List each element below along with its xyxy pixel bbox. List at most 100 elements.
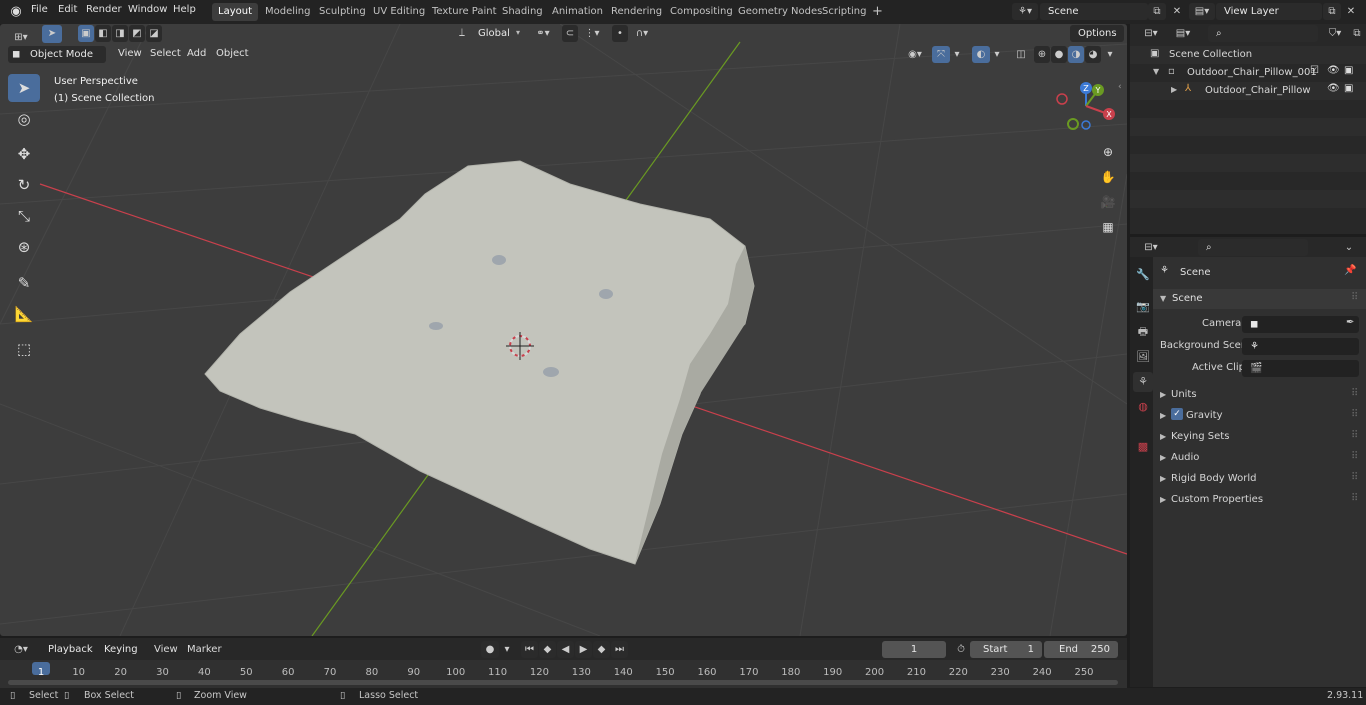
drag-handle-icon[interactable]: ⠿: [1351, 388, 1358, 399]
select-box-tool-icon[interactable]: ➤: [8, 74, 40, 102]
outliner-search-input[interactable]: ⌕: [1208, 25, 1318, 42]
zoom-view-icon[interactable]: ⊕: [1097, 141, 1119, 163]
move-tool-icon[interactable]: ✥: [8, 140, 40, 168]
transform-tool-icon[interactable]: ⊛: [8, 233, 40, 261]
3d-viewport[interactable]: ⊞▾ ➤ ▣ ◧ ◨ ◩ ◪ ⟘ Global ▾ ⚭▾ ⊂ ⋮▾ • ∩▾ O…: [0, 24, 1127, 636]
view-layer-selector-icon[interactable]: ▤▾: [1189, 3, 1215, 20]
tab-scripting[interactable]: Scripting: [816, 3, 872, 21]
scene-tab-icon[interactable]: ⚘: [1133, 372, 1153, 392]
record-icon[interactable]: ●: [481, 641, 499, 658]
drag-handle-icon[interactable]: ⠿: [1351, 451, 1358, 462]
solid-shading-icon[interactable]: ●: [1051, 46, 1067, 63]
background-scene-field[interactable]: ⚘: [1242, 338, 1359, 355]
visibility-filter-icon[interactable]: ◉▾: [903, 46, 927, 63]
tab-animation[interactable]: Animation: [546, 3, 609, 21]
new-scene-icon[interactable]: ⧉: [1148, 3, 1166, 20]
output-tab-icon[interactable]: 🖶: [1133, 322, 1153, 342]
blender-logo-icon[interactable]: ◉: [8, 4, 24, 20]
pan-view-icon[interactable]: ✋: [1097, 166, 1119, 188]
eye-icon[interactable]: 👁: [1327, 65, 1340, 76]
drag-handle-icon[interactable]: ⠿: [1351, 493, 1358, 504]
outliner-row-pillow[interactable]: ▶ ⅄ Outdoor_Chair_Pillow 👁 ▣: [1130, 82, 1366, 100]
render-tab-icon[interactable]: 📷: [1133, 297, 1153, 317]
eyedropper-icon[interactable]: ✒: [1346, 317, 1354, 328]
select-mode-intersect-icon[interactable]: ◪: [146, 25, 162, 42]
overlays-toggle-icon[interactable]: ◐: [972, 46, 990, 63]
viewport-menu-add[interactable]: Add: [187, 44, 206, 64]
outliner-row-pillow-001[interactable]: ▼ ▫ Outdoor_Chair_Pillow_001 ☑ 👁 ▣: [1130, 64, 1366, 82]
drag-handle-icon[interactable]: ⠿: [1351, 430, 1358, 441]
jump-end-icon[interactable]: ⏭: [611, 641, 628, 658]
select-mode-new-icon[interactable]: ▣: [78, 25, 94, 42]
timeline-menu-marker[interactable]: Marker: [187, 644, 222, 655]
jump-start-icon[interactable]: ⏮: [521, 641, 538, 658]
playback-menu[interactable]: Playback: [40, 641, 96, 658]
menu-help[interactable]: Help: [173, 4, 196, 15]
tab-layout[interactable]: Layout: [212, 3, 258, 21]
texture-tab-icon[interactable]: ▩: [1133, 437, 1153, 457]
material-shading-icon[interactable]: ◑: [1068, 46, 1084, 63]
viewport-canvas[interactable]: [0, 24, 1127, 636]
current-frame-field[interactable]: 1: [882, 641, 946, 658]
menu-edit[interactable]: Edit: [58, 4, 77, 15]
proportional-edit-icon[interactable]: •: [612, 25, 628, 42]
select-mode-invert-icon[interactable]: ◩: [129, 25, 145, 42]
panel-gravity[interactable]: ▶ ✓ Gravity ⠿: [1153, 406, 1366, 426]
stopwatch-icon[interactable]: ⏱: [952, 641, 970, 658]
snap-target-icon[interactable]: ⋮▾: [580, 25, 604, 42]
menu-file[interactable]: File: [31, 4, 48, 15]
camera-field[interactable]: ◼: [1242, 316, 1359, 333]
display-mode-icon[interactable]: ▤▾: [1170, 25, 1196, 42]
tab-uv-editing[interactable]: UV Editing: [367, 3, 431, 21]
tool-tab-icon[interactable]: 🔧: [1133, 265, 1153, 285]
exclude-checkbox-icon[interactable]: ☑: [1310, 65, 1319, 76]
view-layer-tab-icon[interactable]: 🖼: [1133, 347, 1153, 367]
select-tool-icon[interactable]: ➤: [42, 25, 62, 43]
view-layer-name-field[interactable]: View Layer: [1216, 3, 1322, 20]
falloff-icon[interactable]: ∩▾: [630, 25, 654, 42]
properties-search-input[interactable]: ⌕: [1198, 239, 1308, 256]
tab-sculpting[interactable]: Sculpting: [313, 3, 372, 21]
active-clip-field[interactable]: 🎬: [1242, 360, 1359, 377]
panel-audio[interactable]: ▶ Audio ⠿: [1153, 448, 1366, 468]
play-icon[interactable]: ▶: [575, 641, 592, 658]
wireframe-shading-icon[interactable]: ⊕: [1034, 46, 1050, 63]
perspective-toggle-icon[interactable]: ▦: [1097, 216, 1119, 238]
gizmo-toggle-icon[interactable]: ⤧: [932, 46, 950, 63]
new-collection-icon[interactable]: ⧉: [1348, 25, 1366, 42]
camera-render-icon[interactable]: ▣: [1344, 83, 1353, 94]
play-reverse-icon[interactable]: ◀: [557, 641, 574, 658]
end-frame-field[interactable]: End 250: [1044, 641, 1118, 658]
properties-options-icon[interactable]: ⌄: [1340, 239, 1358, 256]
overlays-dropdown-icon[interactable]: ▾: [991, 46, 1003, 63]
timeline-menu-view[interactable]: View: [154, 644, 178, 655]
rendered-shading-icon[interactable]: ◕: [1085, 46, 1101, 63]
object-mode-dropdown[interactable]: Object Mode: [8, 46, 106, 63]
add-cube-tool-icon[interactable]: ⬚: [8, 335, 40, 363]
viewport-menu-view[interactable]: View: [118, 44, 142, 64]
gravity-checkbox[interactable]: ✓: [1171, 408, 1183, 420]
delete-scene-icon[interactable]: ✕: [1168, 3, 1186, 20]
new-view-layer-icon[interactable]: ⧉: [1323, 3, 1341, 20]
delete-view-layer-icon[interactable]: ✕: [1342, 3, 1360, 20]
eye-icon[interactable]: 👁: [1327, 83, 1340, 94]
timeline-scrollbar[interactable]: [8, 680, 1118, 685]
xray-toggle-icon[interactable]: ◫: [1013, 46, 1029, 63]
outliner-editor-type-icon[interactable]: ⊟▾: [1138, 25, 1164, 42]
options-dropdown[interactable]: Options: [1070, 25, 1124, 42]
tab-compositing[interactable]: Compositing: [664, 3, 739, 21]
cursor-tool-icon[interactable]: ◎: [8, 105, 40, 133]
scale-tool-icon[interactable]: ⤡: [8, 202, 40, 230]
add-workspace-button[interactable]: +: [866, 3, 889, 21]
camera-render-icon[interactable]: ▣: [1344, 65, 1353, 76]
viewport-menu-select[interactable]: Select: [150, 44, 181, 64]
next-keyframe-icon[interactable]: ◆: [593, 641, 610, 658]
properties-editor-type-icon[interactable]: ⊟▾: [1138, 239, 1164, 256]
timeline-editor-type-icon[interactable]: ◔▾: [8, 641, 34, 658]
select-mode-subtract-icon[interactable]: ◨: [112, 25, 128, 42]
scene-selector-icon[interactable]: ⚘▾: [1012, 3, 1038, 20]
start-frame-field[interactable]: Start 1: [970, 641, 1042, 658]
snap-toggle-icon[interactable]: ⊂: [562, 25, 578, 42]
tab-geometry-nodes[interactable]: Geometry Nodes: [732, 3, 828, 21]
panel-keying-sets[interactable]: ▶ Keying Sets ⠿: [1153, 427, 1366, 447]
